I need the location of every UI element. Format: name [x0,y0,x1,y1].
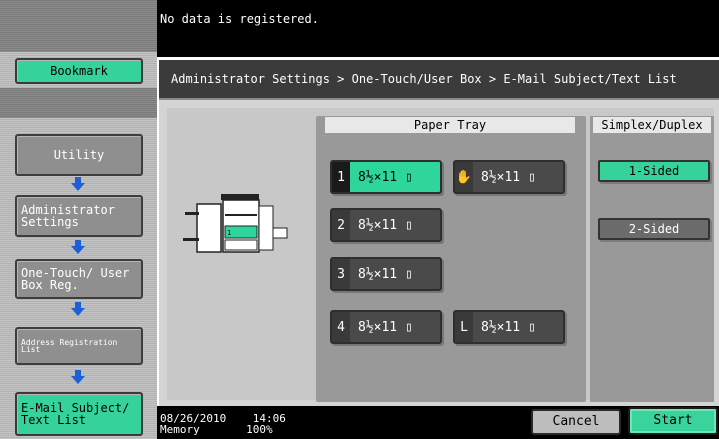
top-message: No data is registered. [160,12,319,26]
tray-number: 1 [332,162,350,192]
tray-number: 2 [332,210,350,240]
cancel-button[interactable]: Cancel [531,409,621,435]
bookmark-button[interactable]: Bookmark [15,58,143,84]
sidebar-band [0,0,157,52]
paper-tray-heading: Paper Tray [325,117,575,133]
tray-size-label: 8½×11 ▯ [481,169,536,185]
start-button[interactable]: Start [628,407,718,435]
down-arrow-icon [71,240,85,254]
memory-value: 100% [246,423,273,436]
bypass-hand-icon: ✋ [455,162,473,192]
address-registration-list-button[interactable]: Address Registration List [15,327,143,365]
simplex-duplex-heading: Simplex/Duplex [593,117,711,133]
down-arrow-icon [71,177,85,191]
tray-size-label: 8½×11 ▯ [358,266,413,282]
tray-4-button[interactable]: 4 8½×11 ▯ [330,310,442,344]
bypass-tray-button[interactable]: ✋ 8½×11 ▯ [453,160,565,194]
memory-label: Memory [160,423,200,436]
two-sided-button[interactable]: 2-Sided [598,218,710,240]
status-area: 08/26/2010 14:06 Memory 100% [160,413,286,435]
sidebar-band [0,88,157,118]
one-touch-user-box-button[interactable]: One-Touch/ User Box Reg. [15,259,143,299]
main-panel: Administrator Settings > One-Touch/User … [157,57,719,406]
administrator-settings-button[interactable]: Administrator Settings [15,195,143,237]
utility-button[interactable]: Utility [15,134,143,176]
svg-text:1: 1 [227,229,231,237]
email-subject-text-list-button[interactable]: E-Mail Subject/ Text List [15,392,143,436]
tray-size-label: 8½×11 ▯ [358,217,413,233]
tray-size-label: 8½×11 ▯ [358,319,413,335]
one-sided-button[interactable]: 1-Sided [598,160,710,182]
left-sidebar: Bookmark Utility Administrator Settings … [0,0,157,439]
tray-number: 4 [332,312,350,342]
tray-2-button[interactable]: 2 8½×11 ▯ [330,208,442,242]
tray-size-label: 8½×11 ▯ [481,319,536,335]
tray-number: L [455,312,473,342]
down-arrow-icon [71,370,85,384]
copier-machine-icon: 1 [183,194,288,253]
simplex-duplex-area [590,116,714,402]
tray-size-label: 8½×11 ▯ [358,169,413,185]
tray-1-button[interactable]: 1 8½×11 ▯ [330,160,442,194]
tray-l-button[interactable]: L 8½×11 ▯ [453,310,565,344]
down-arrow-icon [71,302,85,316]
tray-3-button[interactable]: 3 8½×11 ▯ [330,257,442,291]
tray-number: 3 [332,259,350,289]
breadcrumb: Administrator Settings > One-Touch/User … [159,60,719,100]
